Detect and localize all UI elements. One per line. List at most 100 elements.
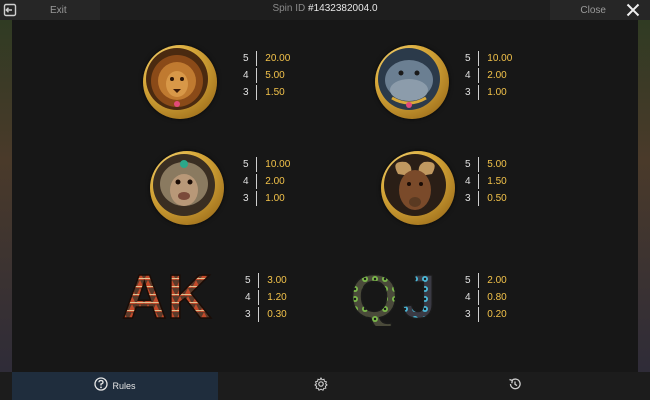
- pay-row: 5 2.00: [465, 272, 525, 289]
- pay-row: 3 1.00: [243, 190, 303, 207]
- pay-value: 3.00: [267, 275, 287, 286]
- baboon-symbol-icon: [147, 148, 227, 228]
- pay-row: 3 0.30: [245, 306, 305, 323]
- pay-row: 4 5.00: [243, 67, 303, 84]
- pay-divider: [256, 85, 258, 100]
- tab-settings[interactable]: [218, 372, 424, 400]
- pay-value: 0.80: [487, 292, 507, 303]
- pay-row: 4 1.20: [245, 289, 305, 306]
- pay-count: 3: [245, 309, 251, 320]
- pay-divider: [256, 51, 258, 66]
- spin-id-value: #1432382004.0: [308, 3, 378, 14]
- pay-count: 3: [243, 193, 249, 204]
- pay-divider: [478, 68, 480, 83]
- pay-row: 5 10.00: [243, 156, 303, 173]
- pay-value: 0.30: [267, 309, 287, 320]
- top-bar: Exit Spin ID #1432382004.0 Close: [0, 0, 650, 20]
- bottom-bar: Rules: [0, 372, 650, 400]
- pay-value: 5.00: [265, 70, 285, 81]
- pay-value: 1.50: [487, 176, 507, 187]
- baboon-pays: 5 10.00 4 2.00 3 1.00: [243, 156, 303, 207]
- tab-rules[interactable]: Rules: [12, 372, 218, 400]
- paytable-entry-hippo: 5 10.00 4 2.00 3 1.00: [372, 42, 650, 122]
- pay-divider: [258, 307, 260, 322]
- pay-count: 3: [465, 193, 471, 204]
- pay-row: 5 3.00: [245, 272, 305, 289]
- pay-count: 5: [465, 275, 471, 286]
- pay-value: 1.00: [487, 87, 507, 98]
- pay-divider: [478, 273, 480, 288]
- pay-count: 3: [465, 87, 471, 98]
- pay-value: 2.00: [487, 70, 507, 81]
- hippo-pays: 5 10.00 4 2.00 3 1.00: [465, 50, 525, 101]
- pay-value: 1.20: [267, 292, 287, 303]
- pay-value: 2.00: [265, 176, 285, 187]
- pay-divider: [478, 307, 480, 322]
- qj-pays: 5 2.00 4 0.80 3 0.20: [465, 272, 525, 323]
- pay-value: 10.00: [265, 159, 291, 170]
- pay-divider: [478, 174, 480, 189]
- pay-divider: [478, 191, 480, 206]
- pay-divider: [478, 290, 480, 305]
- pay-value: 10.00: [487, 53, 513, 64]
- pay-row: 5 5.00: [465, 156, 525, 173]
- pay-row: 4 2.00: [465, 67, 525, 84]
- lion-pays: 5 20.00 4 5.00 3 1.50: [243, 50, 303, 101]
- pay-count: 5: [245, 275, 251, 286]
- pay-divider: [256, 157, 258, 172]
- pay-divider: [256, 191, 258, 206]
- pay-count: 4: [245, 292, 251, 303]
- pay-count: 4: [465, 70, 471, 81]
- goat-symbol-icon: [378, 148, 458, 228]
- pay-count: 4: [465, 292, 471, 303]
- pay-row: 3 1.00: [465, 84, 525, 101]
- pay-count: 5: [465, 159, 471, 170]
- goat-pays: 5 5.00 4 1.50 3 0.50: [465, 156, 525, 207]
- svg-text:J: J: [402, 264, 436, 326]
- background-left-edge: [0, 0, 12, 400]
- pay-divider: [478, 51, 480, 66]
- pay-count: 3: [465, 309, 471, 320]
- pay-divider: [478, 157, 480, 172]
- pay-count: 5: [243, 159, 249, 170]
- help-icon: [94, 376, 109, 396]
- pay-count: 5: [243, 53, 249, 64]
- pay-divider: [256, 68, 258, 83]
- pay-value: 1.00: [265, 193, 285, 204]
- pay-row: 3 0.50: [465, 190, 525, 207]
- svg-text:Q: Q: [350, 264, 398, 326]
- paytable-entry-goat: 5 5.00 4 1.50 3 0.50: [378, 148, 650, 228]
- pay-divider: [256, 174, 258, 189]
- pay-row: 5 10.00: [465, 50, 525, 67]
- pay-value: 20.00: [265, 53, 291, 64]
- ak-pays: 5 3.00 4 1.20 3 0.30: [245, 272, 305, 323]
- pay-value: 1.50: [265, 87, 285, 98]
- history-icon: [508, 377, 522, 396]
- svg-text:AK: AK: [122, 264, 212, 324]
- pay-count: 3: [243, 87, 249, 98]
- ak-letters-symbol-icon: AK: [120, 262, 224, 344]
- close-icon: [622, 0, 644, 20]
- pay-row: 3 1.50: [243, 84, 303, 101]
- pay-row: 3 0.20: [465, 306, 525, 323]
- pay-value: 5.00: [487, 159, 507, 170]
- pay-row: 4 1.50: [465, 173, 525, 190]
- tab-rules-label: Rules: [112, 381, 136, 391]
- close-button[interactable]: Close: [550, 0, 650, 20]
- pay-row: 4 2.00: [243, 173, 303, 190]
- pay-divider: [478, 85, 480, 100]
- pay-count: 4: [243, 176, 249, 187]
- tab-history[interactable]: [412, 372, 618, 400]
- pay-row: 5 20.00: [243, 50, 303, 67]
- lion-symbol-icon: [140, 42, 220, 122]
- settings-icon: [314, 376, 328, 396]
- pay-count: 4: [465, 176, 471, 187]
- qj-letters-symbol-icon: Q J: [349, 262, 450, 344]
- spin-id-label: Spin ID: [272, 3, 306, 14]
- close-label: Close: [580, 4, 606, 16]
- pay-value: 0.20: [487, 309, 507, 320]
- pay-value: 0.50: [487, 193, 507, 204]
- pay-divider: [258, 273, 260, 288]
- pay-count: 4: [243, 70, 249, 81]
- pay-row: 4 0.80: [465, 289, 525, 306]
